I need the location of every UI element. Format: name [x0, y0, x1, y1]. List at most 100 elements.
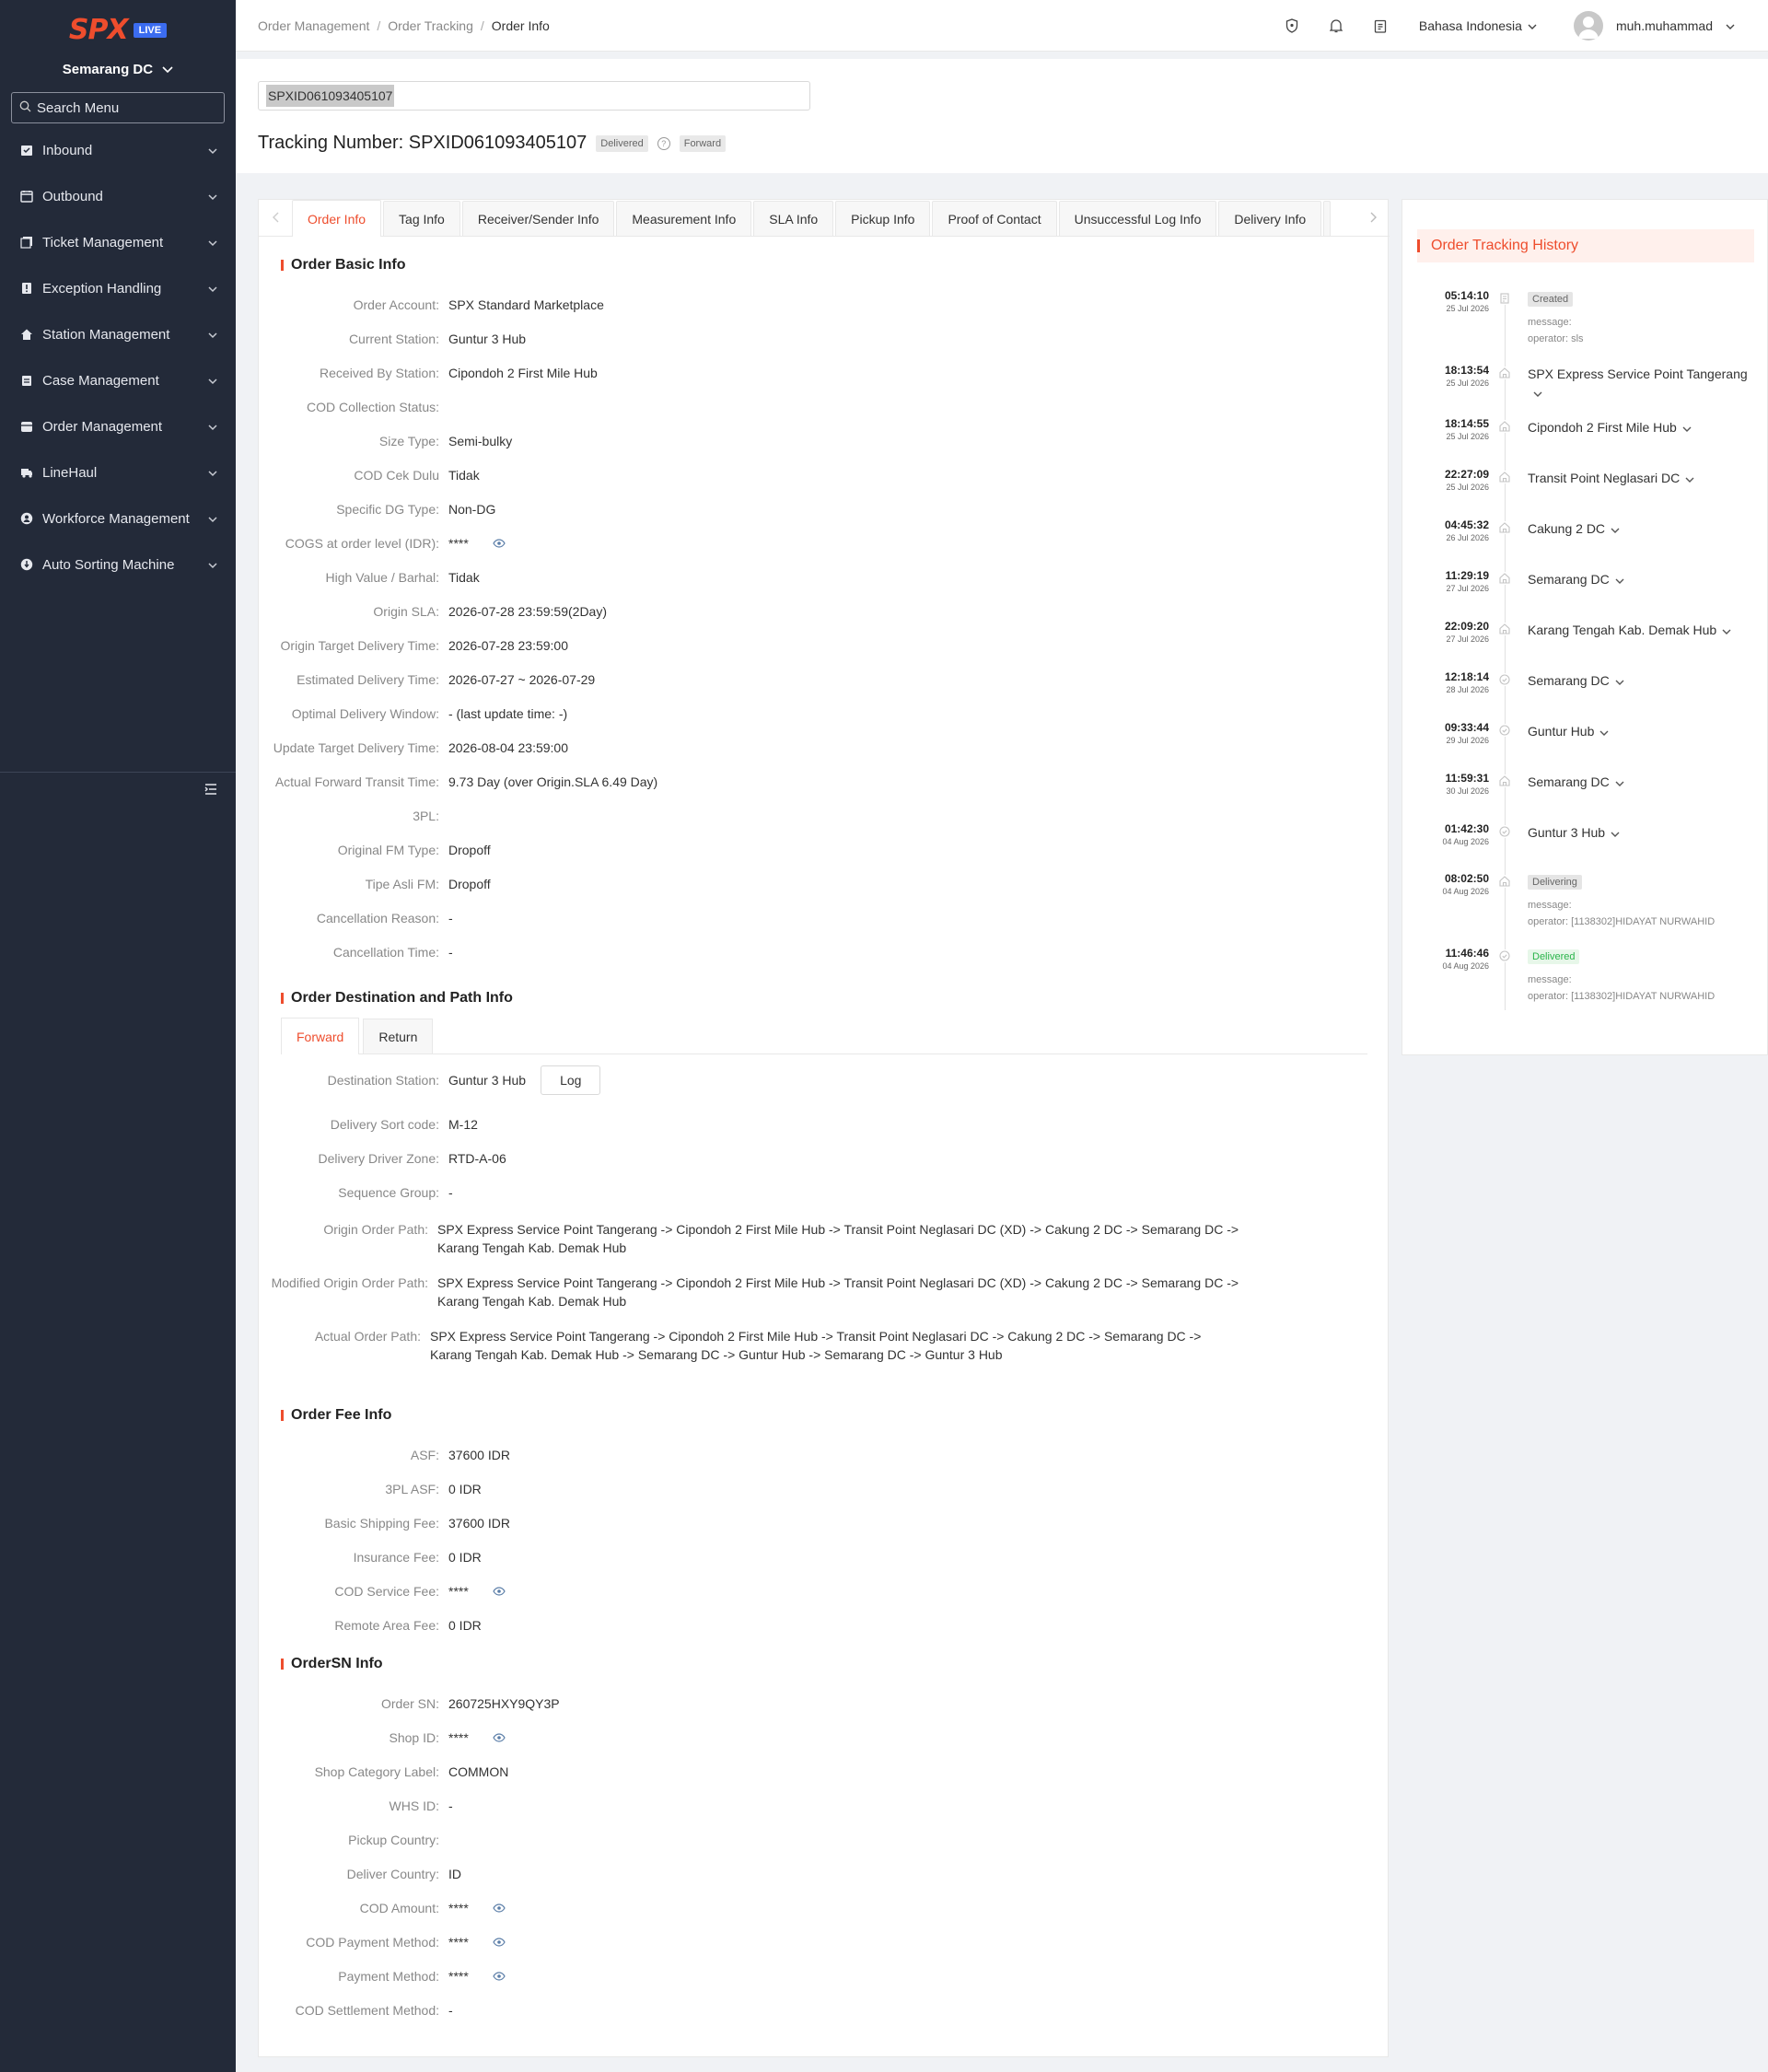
field-label: Modified Origin Order Path:: [271, 1275, 428, 1290]
chevron-down-icon[interactable]: [1682, 419, 1692, 437]
eye-icon[interactable]: [493, 1729, 506, 1747]
event-location[interactable]: Transit Point Neglasari DC: [1528, 469, 1758, 488]
eye-icon[interactable]: [493, 1899, 506, 1917]
language-label: Bahasa Indonesia: [1418, 17, 1522, 33]
breadcrumb-item[interactable]: Order Tracking: [388, 18, 473, 33]
event-time: 01:42:30: [1444, 822, 1489, 835]
section-title-fee-info: Order Fee Info: [281, 1407, 391, 1424]
sidebar-item-order-management[interactable]: Order Management: [0, 403, 236, 449]
hub-icon: [1498, 572, 1511, 585]
tab-pickup-info[interactable]: Pickup Info: [835, 201, 931, 236]
sidebar-item-linehaul[interactable]: LineHaul: [0, 449, 236, 495]
user-menu[interactable]: muh.muhammad: [1616, 18, 1735, 33]
tab-sla-info[interactable]: SLA Info: [753, 201, 834, 236]
chevron-down-icon[interactable]: [1615, 774, 1624, 792]
chevron-down-icon[interactable]: [1685, 470, 1694, 488]
sidebar-item-outbound[interactable]: Outbound: [0, 173, 236, 219]
order-path-value: SPX Express Service Point Tangerang -> C…: [437, 1222, 1239, 1255]
chevron-right-icon[interactable]: [1356, 199, 1390, 236]
field-value: ****: [448, 1730, 469, 1745]
sidebar-item-workforce-management[interactable]: Workforce Management: [0, 495, 236, 541]
chevron-down-icon: [208, 465, 217, 481]
chevron-down-icon[interactable]: [1611, 520, 1620, 539]
sidebar-item-case-management[interactable]: Case Management: [0, 357, 236, 403]
field-value: M-12: [448, 1117, 478, 1132]
tab-measurement-info[interactable]: Measurement Info: [616, 201, 752, 236]
chevron-down-icon[interactable]: [1533, 384, 1542, 402]
exception-icon: [18, 280, 35, 297]
event-location[interactable]: Cipondoh 2 First Mile Hub: [1528, 418, 1758, 437]
field-label: COD Service Fee:: [334, 1584, 439, 1599]
tab-forward[interactable]: Forward: [281, 1018, 360, 1054]
event-location-label: Karang Tengah Kab. Demak Hub: [1528, 623, 1717, 637]
event-location[interactable]: Cakung 2 DC: [1528, 519, 1758, 539]
event-location[interactable]: Guntur Hub: [1528, 722, 1758, 741]
tab-tag-info[interactable]: Tag Info: [383, 201, 460, 236]
language-selector[interactable]: Bahasa Indonesia: [1419, 18, 1537, 33]
info-row: Deliver Country: ID: [259, 1865, 461, 1883]
breadcrumb: Order Management / Order Tracking / Orde…: [236, 18, 1270, 33]
event-location-label: Cakung 2 DC: [1528, 521, 1606, 536]
tab-proof-of-contact[interactable]: Proof of Contact: [932, 201, 1057, 236]
home-icon: [18, 326, 35, 343]
event-location[interactable]: Guntur 3 Hub: [1528, 823, 1758, 843]
tab-delivery-info[interactable]: Delivery Info: [1218, 201, 1322, 236]
status-badge: Delivered: [596, 134, 648, 152]
event-location[interactable]: Semarang DC: [1528, 773, 1758, 792]
field-label: Pickup Country:: [348, 1833, 439, 1847]
sidebar-item-inbound[interactable]: Inbound: [0, 127, 236, 173]
help-icon[interactable]: ?: [657, 136, 670, 150]
event-location[interactable]: Karang Tengah Kab. Demak Hub: [1528, 621, 1758, 640]
chevron-left-icon[interactable]: [259, 199, 292, 236]
clipboard-icon[interactable]: [1358, 18, 1402, 33]
bell-icon[interactable]: [1314, 18, 1358, 33]
collapse-menu-icon[interactable]: [204, 783, 217, 797]
tab-unsuccessful-log-info[interactable]: Unsuccessful Log Info: [1058, 201, 1217, 236]
tracking-number-input[interactable]: SPXID061093405107: [258, 81, 810, 111]
event-date: 26 Jul 2026: [1446, 533, 1489, 542]
tab-receiver-sender-info[interactable]: Receiver/Sender Info: [461, 201, 615, 236]
breadcrumb-item[interactable]: Order Management: [258, 18, 369, 33]
field-label: Update Target Delivery Time:: [273, 740, 439, 755]
eye-icon[interactable]: [493, 1582, 506, 1601]
tab-overflow[interactable]: [1323, 201, 1332, 236]
field-label: Remote Area Fee:: [334, 1618, 439, 1633]
eye-icon[interactable]: [493, 1933, 506, 1951]
event-location[interactable]: SPX Express Service Point Tangerang: [1528, 365, 1758, 402]
info-row: Destination Station: Guntur 3 Hub Log: [259, 1065, 601, 1095]
event-location[interactable]: Semarang DC: [1528, 671, 1758, 691]
field-label: Original FM Type:: [337, 843, 439, 857]
page-title: Tracking Number: SPXID061093405107: [258, 133, 587, 154]
sidebar-item-label: Workforce Management: [42, 510, 190, 527]
shield-icon[interactable]: [1270, 17, 1314, 33]
station-selector[interactable]: Semarang DC: [0, 53, 236, 87]
sidebar-item-auto-sorting-machine[interactable]: Auto Sorting Machine: [0, 541, 236, 588]
chevron-down-icon[interactable]: [1615, 571, 1624, 589]
sidebar-item-ticket-management[interactable]: Ticket Management: [0, 219, 236, 265]
chevron-down-icon[interactable]: [1599, 723, 1609, 741]
eye-icon[interactable]: [493, 534, 506, 553]
path-row: Modified Origin Order Path: SPX Express …: [259, 1274, 1248, 1310]
eye-icon[interactable]: [493, 1967, 506, 1985]
field-label: COGS at order level (IDR):: [285, 536, 439, 551]
breadcrumb-separator: /: [480, 17, 484, 33]
event-location[interactable]: Semarang DC: [1528, 570, 1758, 589]
avatar[interactable]: [1573, 10, 1603, 41]
search-menu-input[interactable]: Search Menu: [11, 92, 225, 123]
info-row: Order SN: 260725HXY9QY3P: [259, 1694, 560, 1713]
sidebar-item-exception-handling[interactable]: Exception Handling: [0, 265, 236, 311]
field-label: COD Collection Status:: [307, 400, 439, 414]
tab-return[interactable]: Return: [363, 1019, 434, 1053]
event-meta: message: operator: [1138302]HIDAYAT NURW…: [1528, 972, 1758, 1005]
field-value: Dropoff: [448, 843, 491, 857]
chevron-down-icon[interactable]: [1615, 672, 1624, 691]
sidebar-item-station-management[interactable]: Station Management: [0, 311, 236, 357]
field-value: -: [448, 1798, 453, 1813]
chevron-down-icon[interactable]: [1722, 622, 1731, 640]
chevron-down-icon[interactable]: [1611, 824, 1620, 843]
log-button[interactable]: Log: [541, 1065, 601, 1095]
field-label: COD Payment Method:: [306, 1935, 439, 1950]
field-label: Deliver Country:: [346, 1867, 439, 1881]
field-label: Cancellation Reason:: [316, 911, 439, 925]
tab-order-info[interactable]: Order Info: [292, 200, 382, 237]
